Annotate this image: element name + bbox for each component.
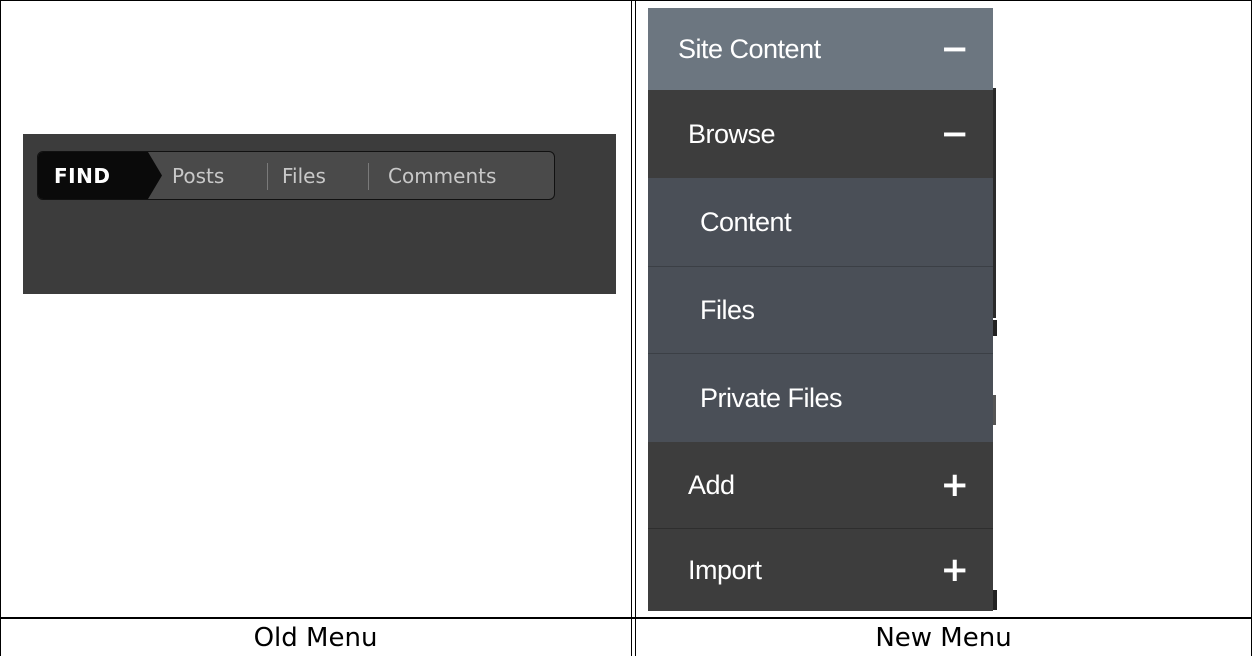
table-column-divider	[631, 0, 632, 656]
old-menu-link-posts[interactable]: Posts	[172, 152, 224, 199]
menu-item-label: Import	[688, 554, 762, 585]
menu-item-label: Browse	[688, 118, 776, 149]
menu-item-import[interactable]: Import +	[648, 529, 993, 611]
find-label: FIND	[54, 163, 111, 188]
find-tab: FIND	[38, 152, 162, 199]
menu-item-browse[interactable]: Browse −	[648, 90, 993, 178]
collapse-icon[interactable]: −	[941, 8, 970, 90]
submenu-item-private-files[interactable]: Private Files	[648, 354, 993, 442]
caption-old-menu: Old Menu	[253, 623, 378, 653]
edge-artifact	[993, 590, 997, 610]
old-menu-separator	[267, 163, 268, 190]
menu-item-label: Site Content	[678, 33, 821, 64]
submenu-item-label: Content	[700, 206, 792, 237]
menu-item-label: Add	[688, 469, 735, 500]
expand-icon[interactable]: +	[941, 442, 970, 528]
old-menu-separator	[368, 163, 369, 190]
expand-icon[interactable]: +	[941, 529, 970, 611]
new-menu-panel: Site Content − Browse − Content Files Pr…	[648, 8, 993, 611]
caption-new-menu: New Menu	[875, 623, 1012, 653]
table-caption-divider	[0, 617, 1252, 619]
edge-artifact	[993, 395, 996, 425]
comparison-table: FIND Posts Files Comments Site Content −…	[0, 0, 1252, 656]
table-column-divider-inner	[635, 0, 636, 656]
submenu-item-files[interactable]: Files	[648, 267, 993, 353]
submenu-item-content[interactable]: Content	[648, 178, 993, 266]
edge-artifact	[993, 320, 997, 336]
submenu-item-label: Files	[700, 294, 755, 325]
old-menu-panel: FIND Posts Files Comments	[23, 134, 616, 294]
menu-item-site-content[interactable]: Site Content −	[648, 8, 993, 90]
table-left-border	[0, 0, 1, 656]
old-menu-link-files[interactable]: Files	[282, 152, 326, 199]
edge-artifact	[993, 88, 996, 318]
old-menu-bar: FIND Posts Files Comments	[37, 151, 555, 200]
submenu-item-label: Private Files	[700, 382, 843, 413]
collapse-icon[interactable]: −	[941, 90, 970, 178]
old-menu-link-comments[interactable]: Comments	[388, 152, 496, 199]
menu-item-add[interactable]: Add +	[648, 442, 993, 528]
table-top-border	[0, 0, 1252, 1]
